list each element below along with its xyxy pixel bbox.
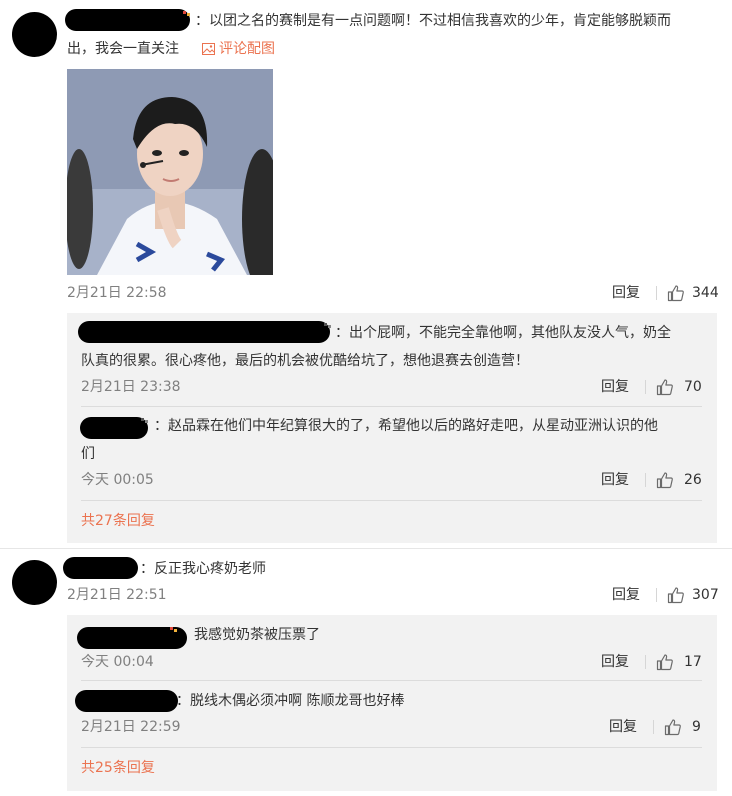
reply-button[interactable]: 回复	[612, 585, 640, 605]
reply-divider	[81, 500, 702, 501]
reply-divider	[81, 747, 702, 748]
thumbs-up-icon[interactable]	[656, 653, 674, 671]
redacted-username[interactable]	[80, 417, 148, 439]
divider	[656, 588, 657, 602]
like-count: 307	[692, 587, 719, 603]
reply-text: ：脱线木偶必须冲啊 陈顺龙哥也好棒	[176, 693, 405, 709]
comment-divider	[0, 548, 732, 549]
reply-button[interactable]: 回复	[612, 283, 640, 303]
comment-text: ：以团之名的赛制是有一点问题啊！不过相信我喜欢的少年，肯定能够脱颖而	[195, 13, 671, 29]
reply-button[interactable]: 回复	[601, 652, 629, 672]
redacted-username[interactable]	[65, 9, 190, 31]
avatar[interactable]	[12, 12, 57, 57]
like-count: 26	[684, 472, 702, 488]
divider	[653, 720, 654, 734]
reply-time: 2月21日 22:59	[81, 719, 181, 735]
reply-text: ：出个屁啊，不能完全靠他啊，其他队友没人气，奶全	[335, 325, 671, 341]
redacted-username[interactable]	[78, 321, 330, 343]
badge-icon	[324, 323, 332, 330]
reply-button[interactable]: 回复	[601, 470, 629, 490]
comment-text: ：反正我心疼奶老师	[140, 561, 266, 577]
reply-divider	[81, 680, 702, 681]
redacted-username[interactable]	[75, 690, 178, 712]
image-icon	[202, 43, 215, 55]
like-count: 70	[684, 379, 702, 395]
comment-text-cont: 出，我会一直关注	[67, 41, 179, 57]
like-count: 17	[684, 654, 702, 670]
comment-time: 2月21日 22:58	[67, 285, 167, 301]
reply-button[interactable]: 回复	[609, 717, 637, 737]
more-replies-link[interactable]: 共25条回复	[81, 758, 155, 778]
thumbs-up-icon[interactable]	[667, 586, 685, 604]
reply-text-cont: 队真的很累。很心疼他，最后的机会被优酷给坑了，想他退赛去创造营！	[81, 353, 529, 369]
divider	[645, 473, 646, 487]
divider	[645, 655, 646, 669]
thumbs-up-icon[interactable]	[667, 284, 685, 302]
redacted-username[interactable]	[63, 557, 138, 579]
reply-time: 今天 00:05	[81, 472, 154, 488]
reply-time: 2月21日 23:38	[81, 379, 181, 395]
comment-image-link[interactable]: 评论配图	[202, 39, 275, 59]
like-count: 344	[692, 285, 719, 301]
reply-text: 我感觉奶茶被压票了	[194, 627, 320, 643]
thumbs-up-icon[interactable]	[656, 471, 674, 489]
comment-time: 2月21日 22:51	[67, 587, 167, 603]
comment-photo[interactable]	[67, 69, 273, 275]
image-link-label: 评论配图	[219, 41, 275, 57]
divider	[645, 380, 646, 394]
reply-divider	[81, 406, 702, 407]
divider	[656, 286, 657, 300]
reply-button[interactable]: 回复	[601, 377, 629, 397]
avatar[interactable]	[12, 560, 57, 605]
badge-icon	[183, 11, 191, 18]
like-count: 9	[692, 719, 701, 735]
thumbs-up-icon[interactable]	[656, 378, 674, 396]
badge-icon	[141, 418, 149, 425]
thumbs-up-icon[interactable]	[664, 718, 682, 736]
more-replies-link[interactable]: 共27条回复	[81, 511, 155, 531]
reply-time: 今天 00:04	[81, 654, 154, 670]
reply-text: ：赵品霖在他们中年纪算很大的了，希望他以后的路好走吧，从星动亚洲认识的他	[154, 418, 658, 434]
badge-icon	[170, 627, 178, 634]
photo-image	[67, 69, 273, 275]
reply-text-cont: 们	[81, 446, 95, 462]
